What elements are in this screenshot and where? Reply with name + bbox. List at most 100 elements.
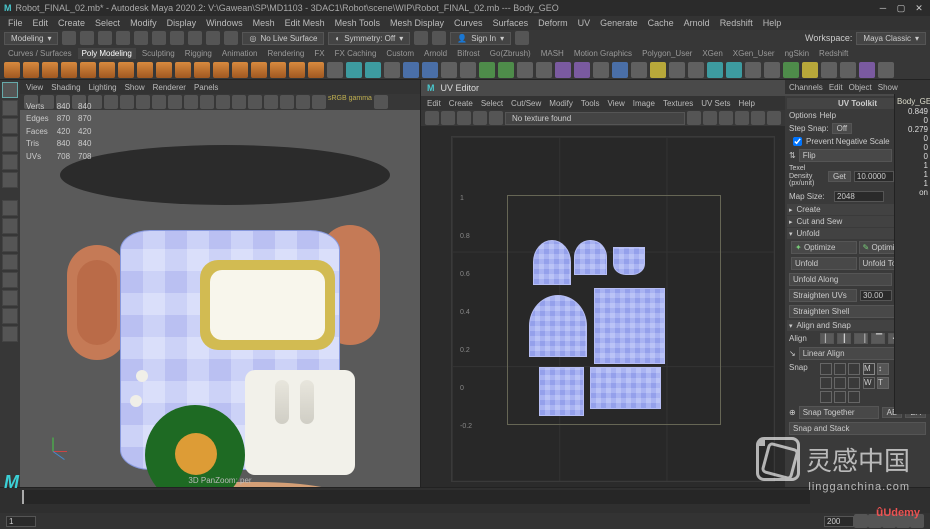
statusline-icon[interactable]: [515, 31, 529, 45]
channel-value[interactable]: 1: [897, 161, 928, 170]
menu-generate[interactable]: Generate: [600, 18, 638, 28]
channel-value[interactable]: 0: [897, 134, 928, 143]
uv-menu-edit[interactable]: Edit: [427, 99, 441, 108]
vp-icon[interactable]: [216, 95, 230, 109]
menu-modify[interactable]: Modify: [130, 18, 157, 28]
shelf-button-cylinder[interactable]: [42, 62, 58, 78]
statusline-icon[interactable]: [116, 31, 130, 45]
vp-icon[interactable]: [232, 95, 246, 109]
snap-together-button[interactable]: Snap Together: [799, 406, 879, 419]
unfold-button[interactable]: Unfold: [791, 257, 857, 270]
shelf-button[interactable]: [460, 62, 476, 78]
shelf-tab[interactable]: Sculpting: [138, 48, 179, 59]
vp-menu-view[interactable]: View: [26, 83, 43, 92]
snap-and-stack-button[interactable]: Snap and Stack: [789, 422, 926, 435]
shelf-button-superellipse[interactable]: [270, 62, 286, 78]
live-surface-display[interactable]: ◎No Live Surface: [242, 32, 324, 45]
shelf-tab[interactable]: Motion Graphics: [570, 48, 636, 59]
layout-persp[interactable]: [2, 254, 18, 270]
vp-icon[interactable]: [248, 95, 262, 109]
shelf-button[interactable]: [327, 62, 343, 78]
shelf-tab[interactable]: XGen: [698, 48, 726, 59]
vp-menu-lighting[interactable]: Lighting: [89, 83, 117, 92]
statusline-icon[interactable]: [432, 31, 446, 45]
ch-tab[interactable]: Channels: [789, 83, 823, 92]
shelf-button-plane[interactable]: [99, 62, 115, 78]
shelf-button-sphere[interactable]: [4, 62, 20, 78]
rotate-tool[interactable]: [2, 154, 18, 170]
shelf-button[interactable]: [726, 62, 742, 78]
shelf-button[interactable]: [422, 62, 438, 78]
shelf-button[interactable]: [365, 62, 381, 78]
menu-curves[interactable]: Curves: [454, 18, 483, 28]
shelf-tab[interactable]: Redshift: [815, 48, 852, 59]
ch-tab[interactable]: Show: [878, 83, 898, 92]
uv-tb-icon[interactable]: [473, 111, 487, 125]
uv-menu-create[interactable]: Create: [449, 99, 473, 108]
shelf-button-cube[interactable]: [23, 62, 39, 78]
shelf-button[interactable]: [346, 62, 362, 78]
shelf-button[interactable]: [612, 62, 628, 78]
map-size-input[interactable]: [834, 191, 884, 202]
channel-value[interactable]: 0: [897, 116, 928, 125]
statusline-icon[interactable]: [80, 31, 94, 45]
workspace-mode-dropdown[interactable]: Modeling▾: [4, 32, 58, 45]
shelf-tab[interactable]: Bifrost: [453, 48, 484, 59]
vp-menu-panels[interactable]: Panels: [194, 83, 218, 92]
shelf-button[interactable]: [764, 62, 780, 78]
uv-menu-uvsets[interactable]: UV Sets: [701, 99, 730, 108]
menu-meshtools[interactable]: Mesh Tools: [335, 18, 380, 28]
shelf-button[interactable]: [555, 62, 571, 78]
vp-icon[interactable]: [168, 95, 182, 109]
uv-tb-icon[interactable]: [441, 111, 455, 125]
menu-meshdisplay[interactable]: Mesh Display: [390, 18, 444, 28]
shelf-button[interactable]: [536, 62, 552, 78]
signin-button[interactable]: 👤Sign In▾: [450, 32, 511, 45]
menu-cache[interactable]: Cache: [648, 18, 674, 28]
shelf-tab[interactable]: Rendering: [263, 48, 308, 59]
uv-tb-icon[interactable]: [703, 111, 717, 125]
uv-menu-help[interactable]: Help: [739, 99, 755, 108]
shelf-button-platonic[interactable]: [137, 62, 153, 78]
menu-arnold[interactable]: Arnold: [684, 18, 710, 28]
optimize-button[interactable]: ✦ Optimize: [791, 241, 857, 254]
shelf-button[interactable]: [707, 62, 723, 78]
statusline-icon[interactable]: [170, 31, 184, 45]
channel-object-name[interactable]: Body_GEO: [897, 96, 928, 107]
shelf-tab[interactable]: Curves / Surfaces: [4, 48, 76, 59]
shelf-tab[interactable]: Rigging: [181, 48, 216, 59]
shelf-button-type[interactable]: [289, 62, 305, 78]
straighten-angle-input[interactable]: [860, 290, 892, 301]
shelf-button[interactable]: [498, 62, 514, 78]
uv-tb-icon[interactable]: [735, 111, 749, 125]
menu-select[interactable]: Select: [95, 18, 120, 28]
range-end-input[interactable]: [824, 516, 854, 527]
vp-icon[interactable]: [312, 95, 326, 109]
vp-icon[interactable]: [280, 95, 294, 109]
lasso-tool[interactable]: [2, 100, 18, 116]
step-snap-value[interactable]: Off: [832, 123, 853, 134]
minimize-button[interactable]: ─: [876, 2, 890, 14]
menu-uv[interactable]: UV: [578, 18, 591, 28]
shelf-button[interactable]: [574, 62, 590, 78]
shelf-button[interactable]: [745, 62, 761, 78]
uv-menu-textures[interactable]: Textures: [663, 99, 693, 108]
channel-value[interactable]: 0.279: [897, 125, 928, 134]
vp-icon[interactable]: [104, 95, 118, 109]
shelf-button[interactable]: [821, 62, 837, 78]
vp-icon[interactable]: [200, 95, 214, 109]
shelf-tab[interactable]: Animation: [218, 48, 262, 59]
vp-menu-shading[interactable]: Shading: [51, 83, 80, 92]
shelf-button[interactable]: [688, 62, 704, 78]
shelf-button[interactable]: [384, 62, 400, 78]
uv-menu-modify[interactable]: Modify: [549, 99, 573, 108]
unfold-along-button[interactable]: Unfold Along: [789, 273, 892, 286]
channel-value[interactable]: 0.849: [897, 107, 928, 116]
uvtk-menu-options[interactable]: Options: [789, 111, 817, 120]
statusline-icon[interactable]: [152, 31, 166, 45]
shelf-tab[interactable]: Go(Zbrush): [486, 48, 535, 59]
shelf-tab[interactable]: FX Caching: [331, 48, 381, 59]
vp-menu-show[interactable]: Show: [125, 83, 145, 92]
shelf-tab[interactable]: Polygon_User: [638, 48, 696, 59]
scale-tool[interactable]: [2, 172, 18, 188]
